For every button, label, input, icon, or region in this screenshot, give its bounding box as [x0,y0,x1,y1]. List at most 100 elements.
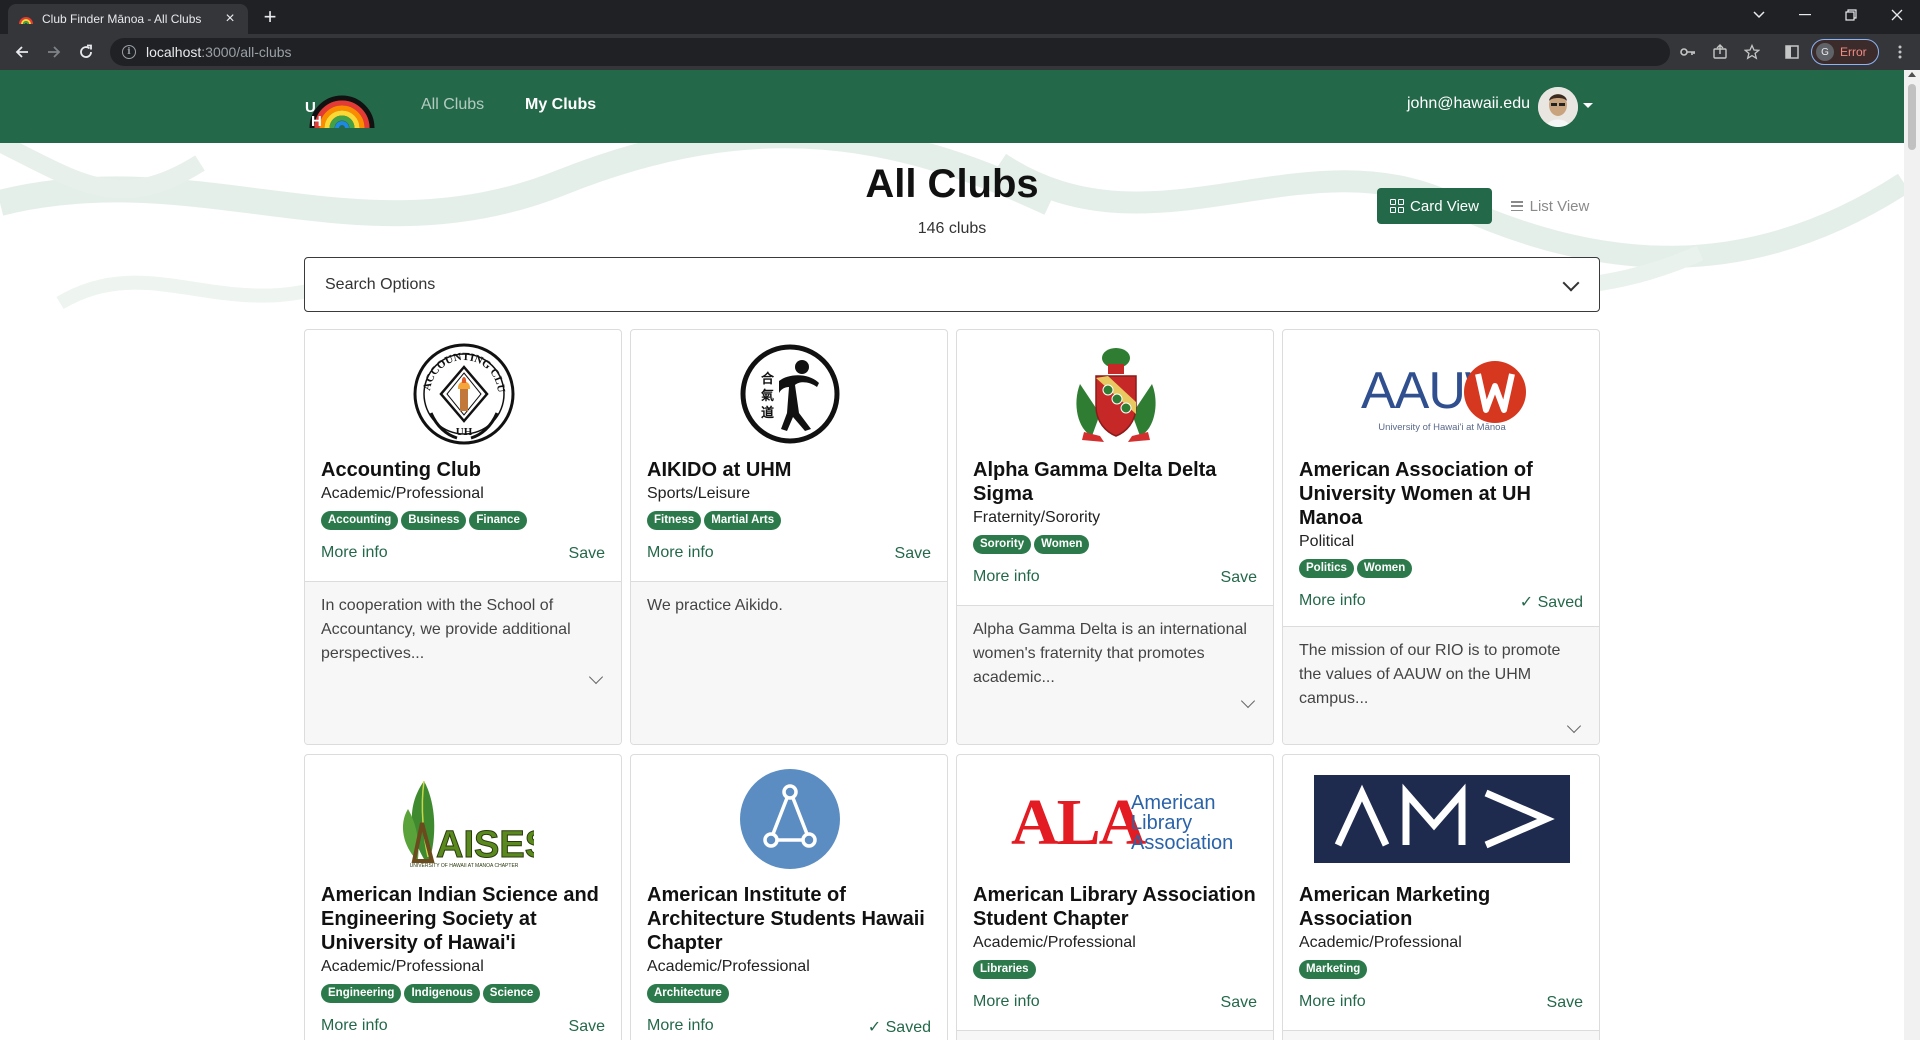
tag-list: Architecture [647,984,729,1003]
more-info-link[interactable]: More info [321,544,388,562]
tab-search-icon[interactable] [1736,0,1782,30]
rainbow-favicon-icon [18,11,34,27]
svg-text:AISES: AISES [436,824,534,866]
tag: Science [482,984,541,1003]
svg-text:UNIVERSITY OF HAWAII AT MANOA: UNIVERSITY OF HAWAII AT MANOA CHAPTER [410,863,519,869]
expand-chevron-icon[interactable] [1566,718,1582,734]
description-area: The mission of our RIO is to promote the… [1283,626,1599,744]
page-scrollbar[interactable] [1904,70,1920,1040]
club-name: American Indian Science and Engineering … [321,884,599,954]
list-icon [1510,201,1523,211]
saved-toggle[interactable]: ✓ Saved [1520,592,1583,612]
list-view-label: List View [1529,197,1590,215]
tag-list: Libraries [973,960,1036,979]
expand-chevron-icon[interactable] [1240,693,1256,709]
user-menu-caret-icon[interactable] [1583,103,1593,108]
close-tab-icon[interactable]: × [222,11,238,27]
tag: Martial Arts [704,511,782,530]
more-info-link[interactable]: More info [1299,993,1366,1011]
minimize-icon[interactable] [1782,0,1828,30]
search-options-label: Search Options [325,275,436,293]
tag: Sorority [973,535,1032,554]
more-info-link[interactable]: More info [321,1017,388,1035]
aias-logo [631,769,947,869]
kebab-menu-icon[interactable] [1890,42,1910,62]
scrollbar-thumb[interactable] [1908,84,1916,150]
tag: Architecture [647,984,729,1003]
page-title: All Clubs [865,162,1039,206]
share-icon[interactable] [1710,42,1730,62]
tag: Business [401,511,467,530]
save-button[interactable]: Save [1547,994,1583,1012]
restore-icon[interactable] [1828,0,1874,30]
user-email[interactable]: john@hawaii.edu [1407,95,1530,113]
tag-list: Marketing [1299,960,1368,979]
save-button[interactable]: Save [569,1018,605,1036]
aikido-logo: 合 氣 道 [631,344,947,444]
club-count: 146 clubs [917,220,987,237]
url-path: :3000/all-clubs [201,44,292,60]
back-icon[interactable] [10,40,34,64]
save-button[interactable]: Save [1221,994,1257,1012]
description-area [1283,1030,1599,1040]
more-info-link[interactable]: More info [973,568,1040,586]
site-info-icon[interactable]: i [122,45,136,59]
reload-icon[interactable] [74,40,98,64]
tag: Libraries [973,960,1036,979]
nav-my-clubs[interactable]: My Clubs [525,96,596,114]
tag-list: Politics Women [1299,559,1413,578]
tab-title: Club Finder Mānoa - All Clubs [42,12,202,26]
svg-text:氣: 氣 [761,388,774,404]
tag: Women [1034,535,1090,554]
club-type: Fraternity/Sorority [973,509,1101,526]
svg-text:University of Hawai'i at Mānoa: University of Hawai'i at Mānoa [1378,422,1506,433]
user-avatar[interactable] [1538,87,1578,127]
new-tab-icon[interactable]: + [258,6,282,28]
ama-logo [1283,769,1599,869]
more-info-link[interactable]: More info [647,1017,714,1035]
club-card: ALA American Library Association America… [956,754,1274,1040]
nav-all-clubs[interactable]: All Clubs [421,96,484,114]
svg-text:H: H [311,113,322,130]
club-card: Alpha Gamma Delta Delta Sigma Fraternity… [956,329,1274,745]
address-bar[interactable]: i localhost:3000/all-clubs [110,38,1670,66]
tag: Fitness [647,511,702,530]
save-button[interactable]: Save [569,545,605,563]
club-description: In cooperation with the School of Accoun… [321,597,571,662]
more-info-link[interactable]: More info [647,544,714,562]
tag: Engineering [321,984,402,1003]
more-info-link[interactable]: More info [1299,592,1366,610]
scroll-up-arrow-icon[interactable] [1908,72,1916,77]
forward-icon[interactable] [42,40,66,64]
profile-status: Error [1840,45,1867,59]
alpha-gamma-delta-crest [957,344,1273,444]
uh-rainbow-logo[interactable]: U H [304,84,376,130]
saved-toggle[interactable]: ✓ Saved [868,1017,931,1037]
club-type: Academic/Professional [321,958,484,975]
card-view-button[interactable]: Card View [1377,188,1492,224]
club-card: 合 氣 道 AIKIDO at UHM Sports/Leisure Fitne… [630,329,948,745]
browser-tab[interactable]: Club Finder Mānoa - All Clubs × [8,4,248,34]
club-type: Sports/Leisure [647,485,751,502]
tag-list: Sorority Women [973,535,1090,554]
profile-button[interactable]: G Error [1811,39,1879,65]
side-panel-icon[interactable] [1782,42,1802,62]
search-options-accordion[interactable]: Search Options [304,257,1600,312]
more-info-link[interactable]: More info [973,993,1040,1011]
tag: Indigenous [404,984,480,1003]
tag-list: Engineering Indigenous Science [321,984,541,1003]
list-view-button[interactable]: List View [1500,188,1600,224]
grid-icon [1390,199,1405,213]
tag: Finance [469,511,527,530]
description-area: We practice Aikido. [631,581,947,744]
description-area: Alpha Gamma Delta is an international wo… [957,605,1273,744]
close-window-icon[interactable] [1874,0,1920,30]
bookmark-star-icon[interactable] [1742,42,1762,62]
save-button[interactable]: Save [1221,569,1257,587]
key-icon[interactable] [1678,42,1698,62]
expand-chevron-icon[interactable] [588,669,604,685]
aises-logo: AISES UNIVERSITY OF HAWAII AT MANOA CHAP… [305,769,621,869]
save-button[interactable]: Save [895,545,931,563]
svg-text:Library: Library [1131,812,1192,834]
club-type: Academic/Professional [647,958,810,975]
